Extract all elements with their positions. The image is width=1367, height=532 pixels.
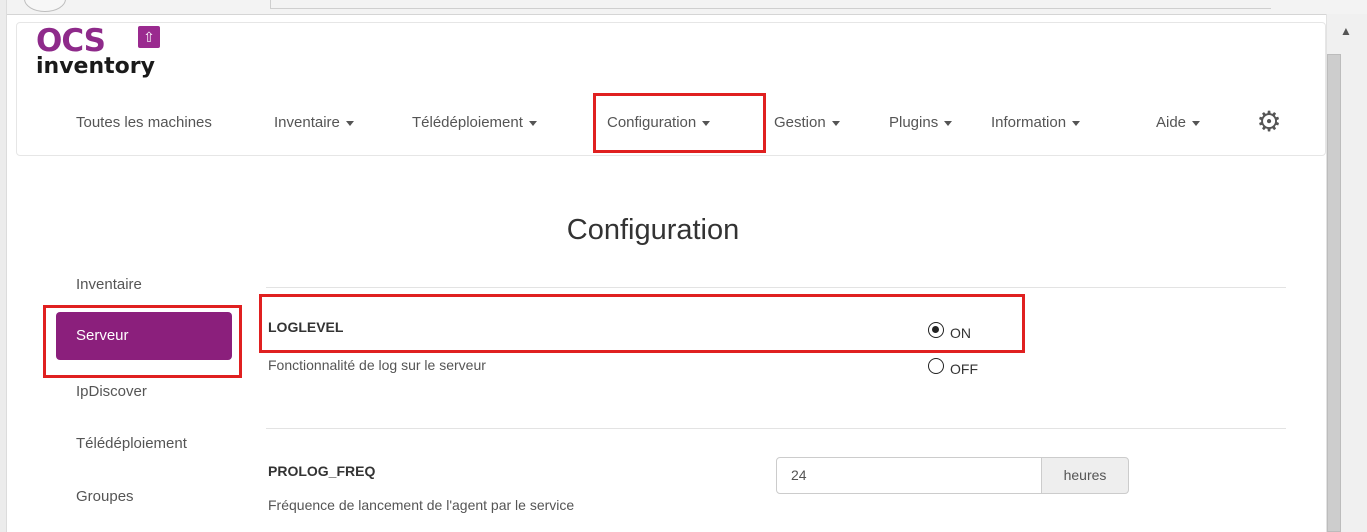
caret-down-icon [345,120,354,126]
prolog-freq-unit: heures [1041,457,1129,494]
nav-item-aide[interactable]: Aide [1156,113,1201,133]
nav-item-inventaire[interactable]: Inventaire [274,113,354,133]
sidebar-item-teledeploiement[interactable]: Télédéploiement [76,434,187,454]
page-title: Configuration [566,214,740,246]
sidebar-item-groupes[interactable]: Groupes [76,487,134,507]
radio-label-off: OFF [950,361,978,377]
radio-on-checked[interactable] [928,322,944,338]
logo-brand: OCS [36,23,106,59]
nav-item-toutes-les-machines[interactable]: Toutes les machines [76,113,212,133]
nav-item-configuration[interactable]: Configuration [607,113,711,133]
ocs-inventory-logo[interactable]: OCS ⇧ inventory [36,26,166,80]
browser-back-button[interactable] [24,0,66,12]
caret-down-icon [944,120,953,126]
caret-down-icon [1192,120,1201,126]
sidebar-item-ipdiscover[interactable]: IpDiscover [76,382,147,402]
nav-item-information[interactable]: Information [991,113,1081,133]
browser-address-bar[interactable] [270,0,1271,9]
nav-item-plugins[interactable]: Plugins [889,113,953,133]
divider [266,287,1286,288]
caret-down-icon [1072,120,1081,126]
caret-down-icon [702,120,711,126]
nav-label: Toutes les machines [76,114,212,131]
caret-down-icon [528,120,537,126]
caret-down-icon [831,120,840,126]
gear-icon[interactable]: ⚙ [1255,108,1283,136]
radio-off[interactable] [928,358,944,374]
nav-label: Information [991,114,1067,131]
nav-label: Gestion [774,114,826,131]
nav-item-teledeploiement[interactable]: Télédéploiement [412,113,537,133]
browser-top-strip [0,0,1367,15]
nav-label: Inventaire [274,114,340,131]
prolog-freq-input[interactable]: 24 [776,457,1042,494]
option-desc-prolog-freq: Fréquence de lancement de l'agent par le… [268,497,575,513]
nav-label: Plugins [889,114,939,131]
page-scrollbar[interactable]: ▲ [1326,14,1367,532]
nav-label: Télédéploiement [412,114,523,131]
nav-item-gestion[interactable]: Gestion [774,113,840,133]
option-name-loglevel: LOGLEVEL [268,319,344,335]
option-desc-loglevel: Fonctionnalité de log sur le serveur [268,357,486,373]
divider [266,428,1286,429]
sidebar-item-serveur[interactable]: Serveur [56,312,232,360]
nav-label: Aide [1156,114,1187,131]
highlight-box-loglevel [259,294,1025,353]
logo-product: inventory [36,54,155,79]
radio-label-on: ON [950,325,971,341]
scroll-thumb[interactable] [1327,54,1341,532]
logo-upload-icon: ⇧ [138,26,160,48]
nav-label: Configuration [607,114,697,131]
window-left-edge [0,0,7,532]
option-name-prolog-freq: PROLOG_FREQ [268,463,376,479]
scroll-up-icon[interactable]: ▲ [1339,24,1353,38]
sidebar-item-inventaire[interactable]: Inventaire [76,275,142,295]
top-navbar [16,22,1326,156]
